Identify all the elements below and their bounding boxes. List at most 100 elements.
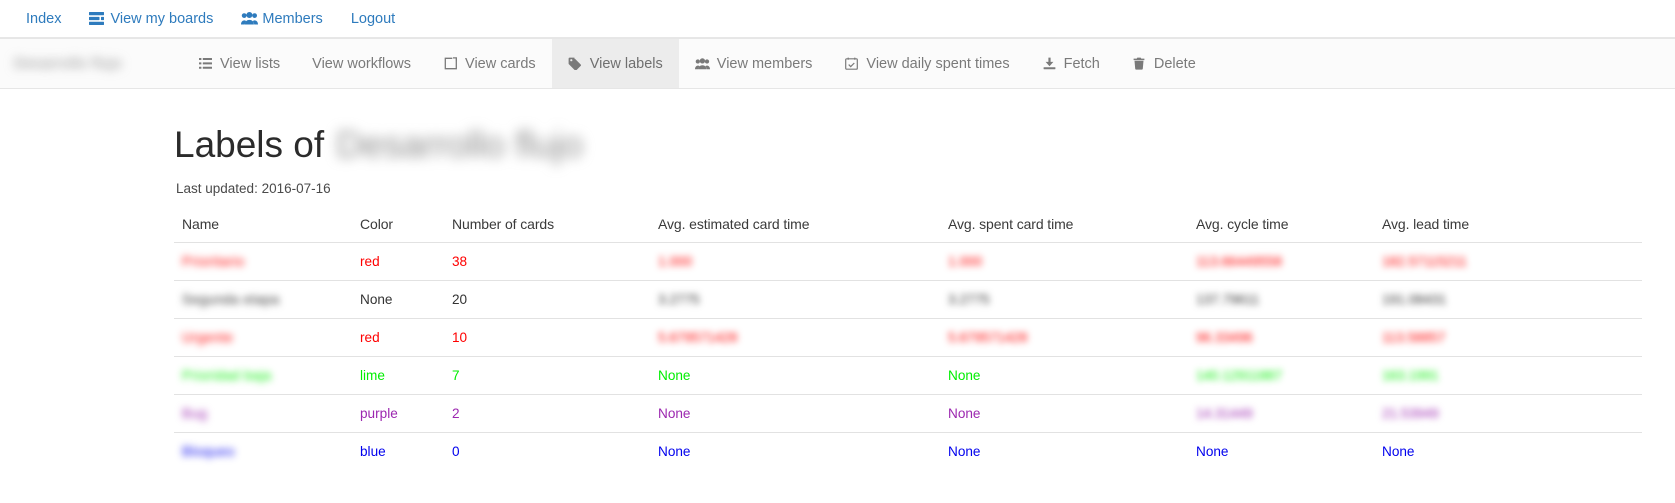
column-header-name: Name (182, 215, 219, 232)
cell-avg-spent-card-time: None (940, 431, 1188, 470)
cell-avg-lead-time: None (1374, 431, 1642, 470)
board-tab-bar: Desarrollo flujo View lists View workflo… (0, 38, 1675, 89)
board-name-redacted: Desarrollo flujo (0, 39, 182, 88)
page-title: Labels of Desarrollo flujo (174, 124, 1675, 166)
table-row: Prioritario red 38 1.000 1.000 113.66449558 18… (174, 241, 1642, 281)
column-header-number-of-cards: Number of cards (452, 215, 554, 232)
tab-view-cards[interactable]: View cards (427, 39, 552, 88)
cell-number-of-cards: 10 (444, 317, 650, 357)
cell-avg-spent-card-time: 5.679571428 (940, 317, 1188, 357)
tag-icon (568, 56, 583, 71)
cell-avg-lead-time: 21.53949 (1374, 393, 1642, 433)
cell-avg-cycle-time: 113.66449558 (1188, 241, 1374, 281)
labels-table-head: Name Color Number of cards Avg. estimate… (174, 208, 1642, 243)
cell-avg-cycle-time: None (1188, 431, 1374, 470)
cell-name: Bloqueo (174, 431, 352, 470)
cell-name: Prioridad baja (174, 355, 352, 395)
labels-table: Name Color Number of cards Avg. estimate… (174, 208, 1642, 470)
cell-avg-lead-time: 163.1991 (1374, 355, 1642, 395)
tab-label-view-members: View members (716, 55, 813, 72)
table-row: Urgente red 10 5.679571428 5.679571428 96.334… (174, 317, 1642, 357)
cell-color: purple (352, 393, 444, 433)
calendar-check-icon (844, 56, 859, 71)
cell-name: Prioritario (174, 241, 352, 281)
tab-fetch[interactable]: Fetch (1026, 39, 1116, 88)
list-icon (198, 56, 213, 71)
cell-name: Bug (174, 393, 352, 433)
table-header-row: Name Color Number of cards Avg. estimate… (174, 208, 1642, 243)
tab-view-daily-spent-times[interactable]: View daily spent times (828, 39, 1025, 88)
board-name-text: Desarrollo flujo (14, 55, 123, 72)
cell-avg-estimated-card-time: None (650, 431, 940, 470)
download-icon (1042, 56, 1057, 71)
cell-avg-spent-card-time: None (940, 355, 1188, 395)
nav-link-index[interactable]: Index (12, 0, 75, 38)
cell-avg-estimated-card-time: None (650, 393, 940, 433)
tab-view-members[interactable]: View members (679, 39, 829, 88)
tab-label-view-workflows: View workflows (312, 55, 412, 72)
cell-color: lime (352, 355, 444, 395)
members-icon (694, 56, 710, 71)
tab-label-delete: Delete (1153, 55, 1196, 72)
cell-avg-estimated-card-time: 3.2775 (650, 279, 940, 319)
nav-link-logout[interactable]: Logout (337, 0, 409, 38)
table-row: Bloqueo blue 0 None None None None (174, 431, 1642, 470)
tab-label-view-cards: View cards (465, 55, 536, 72)
column-header-avg-lead-time: Avg. lead time (1382, 215, 1470, 232)
top-navbar: Index View my boards Members Logout (0, 0, 1675, 38)
tab-label-fetch: Fetch (1063, 55, 1100, 72)
boards-icon (89, 11, 105, 26)
cell-avg-spent-card-time: 1.000 (940, 241, 1188, 281)
cell-number-of-cards: 20 (444, 279, 650, 319)
page-title-prefix: Labels of (174, 124, 325, 165)
tab-view-labels[interactable]: View labels (551, 39, 679, 88)
page-title-board-redacted: Desarrollo flujo (336, 124, 583, 165)
last-updated-label: Last updated: 2016-07-16 (176, 180, 331, 196)
tab-label-view-daily-spent-times: View daily spent times (866, 55, 1010, 72)
cell-number-of-cards: 7 (444, 355, 650, 395)
cell-avg-spent-card-time: None (940, 393, 1188, 433)
column-header-color: Color (360, 215, 393, 232)
cell-avg-lead-time: 182.57115211 (1374, 241, 1642, 281)
nav-link-view-my-boards[interactable]: View my boards (75, 0, 227, 38)
cell-name: Urgente (174, 317, 352, 357)
tab-label-view-labels: View labels (589, 55, 663, 72)
cell-number-of-cards: 0 (444, 431, 650, 470)
column-header-avg-estimated-card-time: Avg. estimated card time (658, 215, 810, 232)
cell-number-of-cards: 2 (444, 393, 650, 433)
nav-label-index: Index (26, 10, 62, 27)
cell-avg-estimated-card-time: None (650, 355, 940, 395)
nav-label-members: Members (262, 10, 323, 27)
labels-table-body: Prioritario red 38 1.000 1.000 113.66449558 18… (174, 241, 1642, 470)
table-row: Prioridad baja lime 7 None None 140.12911887 1… (174, 355, 1642, 395)
nav-link-members[interactable]: Members (227, 0, 336, 38)
column-header-avg-cycle-time: Avg. cycle time (1196, 215, 1289, 232)
members-icon (241, 11, 259, 26)
cell-avg-spent-card-time: 3.2775 (940, 279, 1188, 319)
cell-avg-lead-time: 113.58857 (1374, 317, 1642, 357)
tab-delete[interactable]: Delete (1116, 39, 1212, 88)
cell-avg-cycle-time: 96.33496 (1188, 317, 1374, 357)
cell-avg-cycle-time: 140.12911887 (1188, 355, 1374, 395)
card-icon (443, 56, 458, 71)
nav-label-logout: Logout (350, 10, 396, 27)
tab-view-lists[interactable]: View lists (182, 39, 296, 88)
cell-color: blue (352, 431, 444, 470)
cell-avg-estimated-card-time: 1.000 (650, 241, 940, 281)
tab-label-view-lists: View lists (220, 55, 281, 72)
table-row: Bug purple 2 None None 14.31449 21.53949 (174, 393, 1642, 433)
page-content: Labels of Desarrollo flujo Last updated:… (0, 89, 1675, 470)
cell-name: Segunda etapa (174, 279, 352, 319)
cell-color: None (352, 279, 444, 319)
column-header-avg-spent-card-time: Avg. spent card time (948, 215, 1074, 232)
cell-color: red (352, 317, 444, 357)
cell-avg-cycle-time: 14.31449 (1188, 393, 1374, 433)
cell-avg-estimated-card-time: 5.679571428 (650, 317, 940, 357)
nav-label-view-my-boards: View my boards (110, 10, 214, 27)
cell-avg-lead-time: 191.08431 (1374, 279, 1642, 319)
tab-view-workflows[interactable]: View workflows (296, 39, 427, 88)
trash-icon (1132, 56, 1147, 71)
table-row: Segunda etapa None 20 3.2775 3.2775 137.79611… (174, 279, 1642, 319)
cell-avg-cycle-time: 137.79611 (1188, 279, 1374, 319)
cell-number-of-cards: 38 (444, 241, 650, 281)
